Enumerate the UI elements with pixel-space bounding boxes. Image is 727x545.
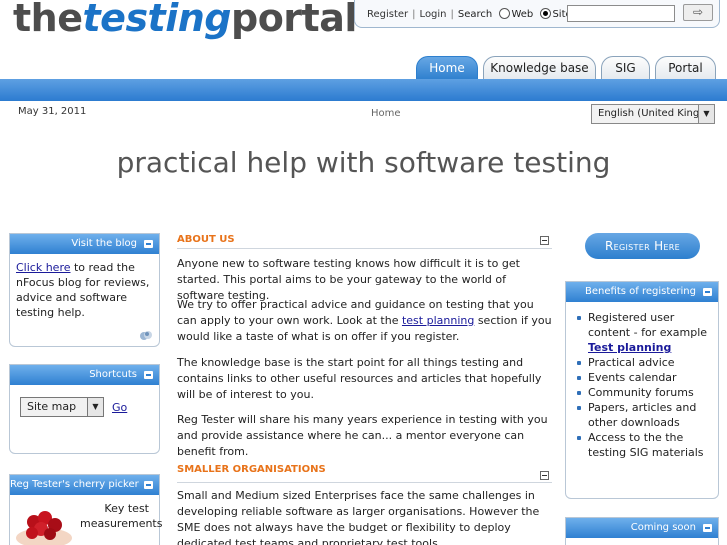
top-links: Register | Login | Search Web Site [367,8,572,20]
blog-box: Visit the blog Click here to read the nF… [9,233,160,347]
search-go-button[interactable]: ⇨ [683,4,713,21]
coming-soon-header: Coming soon [566,518,718,538]
section-divider [177,248,552,249]
list-item: Practical advice [576,355,712,370]
collapse-icon[interactable] [540,236,549,245]
tab-knowledge-base[interactable]: Knowledge base [483,56,596,80]
list-item: Papers, articles and other downloads [576,400,712,430]
blog-box-title: Visit the blog [71,238,137,249]
collapse-icon[interactable] [144,240,153,248]
shortcuts-box-title: Shortcuts [89,369,137,380]
nav-band [0,79,727,101]
collapse-icon[interactable] [144,481,153,489]
radio-web[interactable] [499,8,511,19]
login-link[interactable]: Login [420,9,447,20]
sitemap-select-value: Site map [27,400,77,413]
benefit-text: Events calendar [588,371,677,384]
search-input[interactable] [567,5,675,22]
logo-text-testing: testing [82,0,232,40]
rss-feed-icon[interactable] [139,329,153,341]
benefits-box-header: Benefits of registering [566,282,718,302]
coming-soon-title: Coming soon [630,522,696,533]
collapse-icon[interactable] [703,288,712,296]
cherry-picker-text[interactable]: Key test measurements [80,502,162,530]
test-planning-link[interactable]: test planning [402,314,474,327]
sitemap-select[interactable]: Site map ▼ [20,397,104,417]
language-selected: English (United Kingd [598,108,706,119]
smaller-paragraph-1: Small and Medium sized Enterprises face … [177,489,540,545]
dropdown-arrow-icon: ▼ [87,398,103,416]
benefits-list: Registered user content - for example Te… [566,302,718,466]
logo-text-portal: portal [231,0,357,40]
logo-text-the: the [13,0,83,40]
cherry-image [16,511,72,545]
about-paragraph-4: Reg Tester will share his many years exp… [177,413,548,458]
blog-box-body: Click here to read the nFocus blog for r… [10,254,159,326]
benefits-box-title: Benefits of registering [585,286,696,297]
shortcuts-box-header: Shortcuts [10,365,159,385]
collapse-icon[interactable] [144,371,153,379]
blog-box-header: Visit the blog [10,234,159,254]
shortcuts-box: Shortcuts Site map ▼ Go [9,364,160,454]
top-utility-bar: Register | Login | Search Web Site ⇨ [354,0,720,28]
tab-sig[interactable]: SIG [601,56,650,80]
benefit-text: Papers, articles and other downloads [588,401,697,429]
cherry-picker-title: Reg Tester's cherry picker [10,479,139,490]
benefit-text: Access to the the testing SIG materials [588,431,704,459]
radio-web-label: Web [511,9,534,20]
register-link[interactable]: Register [367,9,408,20]
current-date: May 31, 2011 [18,106,87,117]
about-paragraph-3: The knowledge base is the start point fo… [177,356,542,401]
benefit-text: Community forums [588,386,694,399]
cherry-picker-header: Reg Tester's cherry picker [10,475,159,495]
tab-home[interactable]: Home [416,56,478,80]
separator: | [450,9,454,20]
benefits-box: Benefits of registering Registered user … [565,281,719,499]
collapse-icon[interactable] [540,471,549,480]
breadcrumb: Home [371,108,401,119]
coming-soon-box: Coming soon [565,517,719,545]
dropdown-arrow-icon: ▼ [698,105,714,123]
collapse-icon[interactable] [703,524,712,532]
about-paragraph-2: We try to offer practical advice and gui… [177,297,552,345]
shortcuts-box-body: Site map ▼ Go [10,385,159,423]
benefit-text: Registered user content - for example [588,311,708,339]
list-item[interactable]: Test planning [576,340,712,355]
register-here-button[interactable]: Register Here [585,233,700,259]
list-item: Community forums [576,385,712,400]
section-divider [177,482,552,483]
page-tagline: practical help with software testing [116,146,611,179]
list-item: Access to the the testing SIG materials [576,430,712,460]
about-us-heading: ABOUT US [177,234,235,245]
separator: | [412,9,416,20]
list-item: Registered user content - for example [576,310,712,340]
language-select[interactable]: English (United Kingd ▼ [591,104,715,124]
blog-link[interactable]: Click here [16,261,71,274]
list-item: Events calendar [576,370,712,385]
site-logo[interactable]: thetestingportal [13,0,357,42]
benefit-text: Practical advice [588,356,675,369]
search-label: Search [457,9,493,20]
arrow-go-icon: ⇨ [692,5,704,19]
tab-portal[interactable]: Portal [655,56,716,80]
radio-site[interactable] [540,8,552,19]
shortcuts-go-link[interactable]: Go [112,401,127,414]
smaller-organisations-heading: SMALLER ORGANISATIONS [177,464,326,475]
test-planning-benefit-link[interactable]: Test planning [588,341,671,354]
